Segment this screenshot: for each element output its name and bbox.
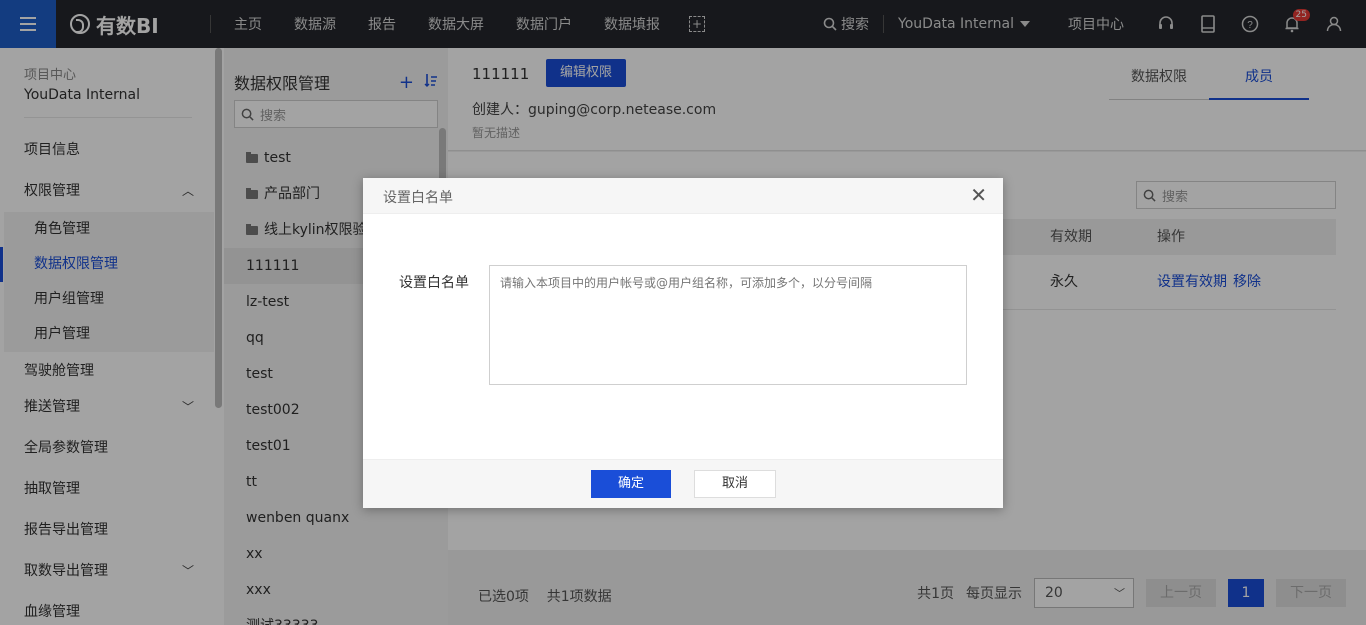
whitelist-field-label: 设置白名单 — [399, 275, 469, 291]
dialog-title: 设置白名单 — [383, 190, 453, 206]
cancel-button[interactable]: 取消 — [694, 470, 776, 498]
dialog-header: 设置白名单 ✕ — [363, 178, 1003, 214]
whitelist-textarea[interactable] — [489, 265, 967, 385]
confirm-button[interactable]: 确定 — [591, 470, 671, 498]
whitelist-dialog: 设置白名单 ✕ 设置白名单 确定 取消 — [363, 178, 1003, 508]
close-icon[interactable]: ✕ — [970, 184, 987, 206]
dialog-footer: 确定 取消 — [363, 459, 1003, 508]
